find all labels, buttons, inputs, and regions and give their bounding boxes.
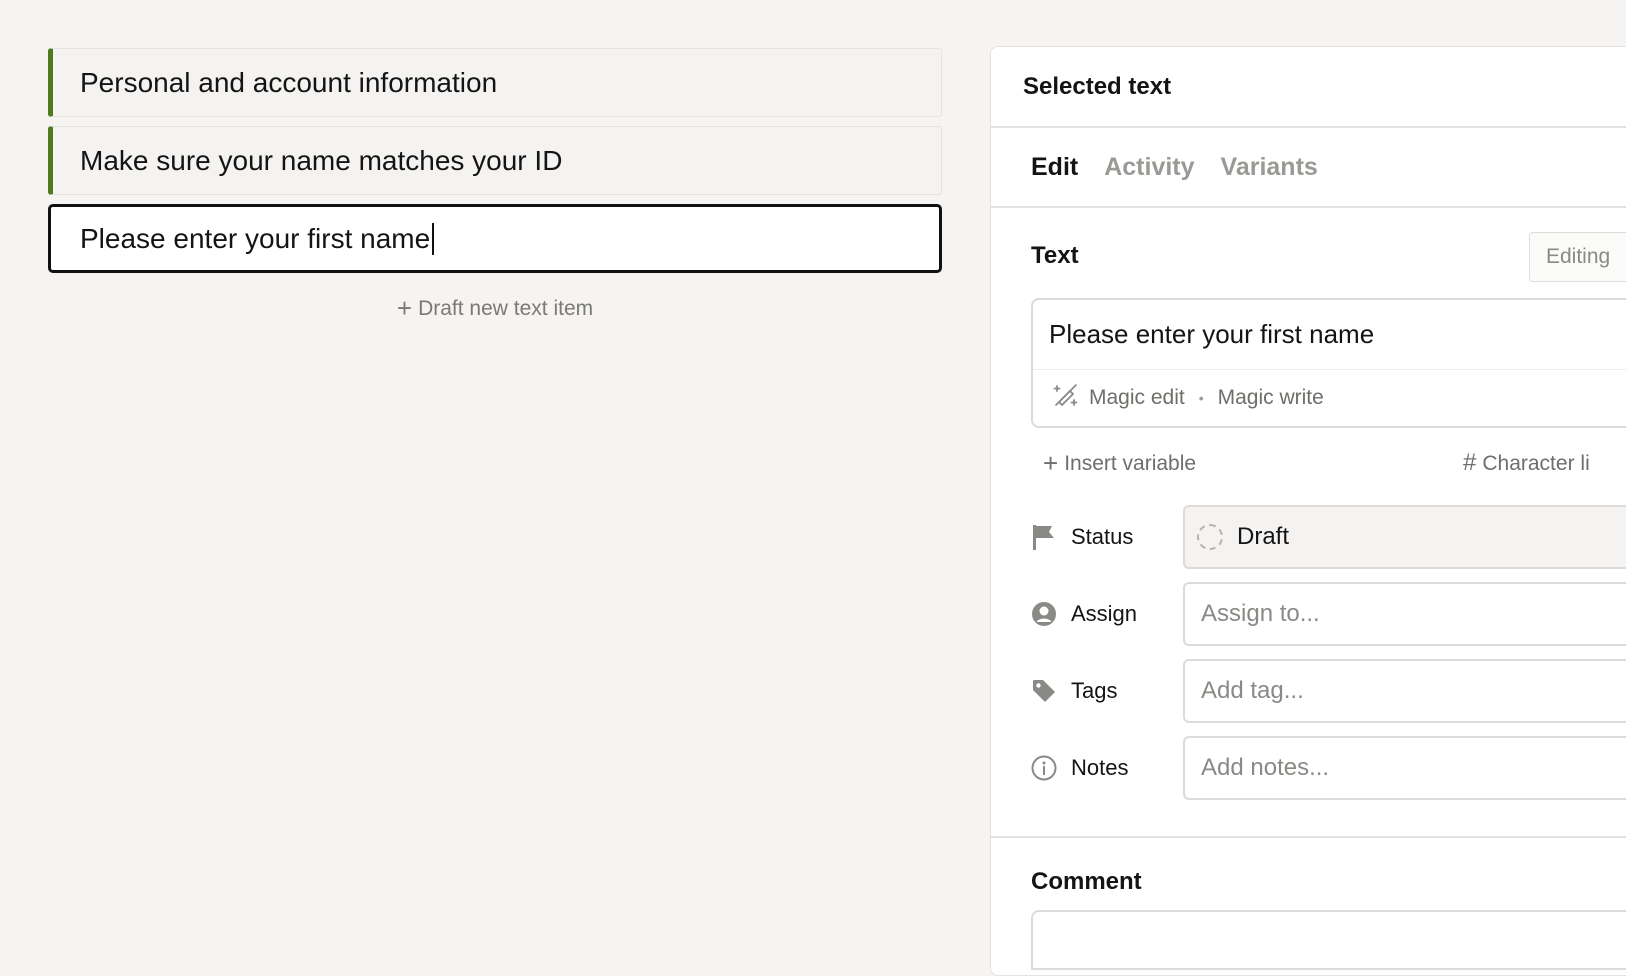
tab-variants[interactable]: Variants [1221,153,1318,182]
tags-input[interactable]: Add tag... [1183,658,1626,723]
status-select[interactable]: Draft [1183,504,1626,569]
status-label: Status [1071,523,1134,549]
text-section: Text Editing Please enter your first nam… [991,208,1626,970]
text-item[interactable]: Make sure your name matches your ID [48,126,942,195]
tags-label: Tags [1071,677,1118,703]
magic-write-button[interactable]: Magic write [1218,386,1324,410]
info-icon [1031,755,1057,781]
hash-icon: # [1463,449,1477,476]
selected-text-panel: Selected text Edit Activity Variants Tex… [990,46,1626,976]
assign-input[interactable]: Assign to... [1183,581,1626,646]
tag-icon [1031,678,1057,704]
text-item-label: Please enter your first name [80,222,431,254]
draft-status-icon [1197,523,1223,550]
comment-input[interactable] [1031,910,1626,970]
tab-activity[interactable]: Activity [1104,153,1194,182]
status-row: Status Draft [1031,498,1626,575]
panel-title: Selected text [991,47,1626,128]
separator-dot: • [1198,390,1204,406]
insert-variable-button[interactable]: + Insert variable [1031,448,1196,479]
notes-input[interactable]: Add notes... [1183,735,1626,800]
draft-new-label: Draft new text item [418,297,594,320]
variable-row: + Insert variable # Character li [1031,428,1626,498]
comment-label: Comment [1031,868,1142,895]
magic-wand-icon [1053,382,1079,414]
text-item-active-editor[interactable]: Please enter your first name [48,204,942,273]
character-limit-label: Character li [1482,452,1590,475]
character-limit-button[interactable]: # Character li [1463,449,1590,477]
draft-new-text-item-button[interactable]: + Draft new text item [48,293,942,324]
text-section-label: Text [1031,242,1079,269]
plus-icon: + [1043,447,1059,478]
text-item[interactable]: Personal and account information [48,48,942,117]
plus-icon: + [396,293,413,323]
user-icon [1031,601,1057,627]
magic-actions: Magic edit • Magic write [1033,370,1626,426]
insert-variable-label: Insert variable [1064,451,1197,475]
notes-row: Notes Add notes... [1031,729,1626,806]
section-divider [991,836,1626,838]
assign-row: Assign Assign to... [1031,575,1626,652]
tags-row: Tags Add tag... [1031,652,1626,729]
panel-tabs: Edit Activity Variants [991,128,1626,208]
magic-edit-button[interactable]: Magic edit [1089,386,1185,410]
editing-badge[interactable]: Editing [1529,232,1626,282]
assign-label: Assign [1071,600,1138,626]
text-item-list: Personal and account information Make su… [48,48,942,324]
notes-label: Notes [1071,754,1129,780]
text-caret [432,222,435,255]
text-item-label: Make sure your name matches your ID [80,144,563,176]
text-editor-value[interactable]: Please enter your first name [1033,300,1626,370]
tab-edit[interactable]: Edit [1031,153,1078,182]
text-item-label: Personal and account information [80,66,498,98]
flag-icon [1031,524,1057,550]
status-value: Draft [1237,522,1290,550]
text-editor[interactable]: Please enter your first name Magic edit … [1031,298,1626,428]
